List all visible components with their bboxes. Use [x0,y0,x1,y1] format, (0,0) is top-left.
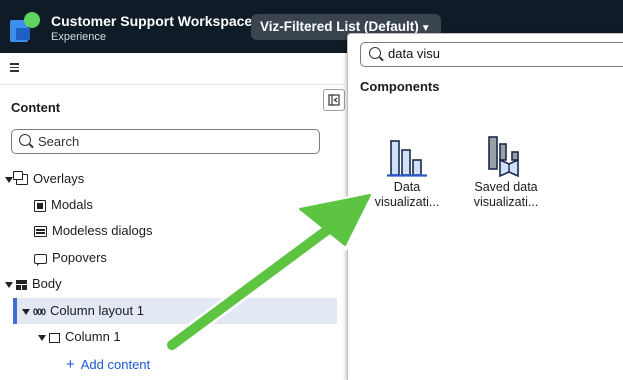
annotation-arrow [164,191,375,353]
